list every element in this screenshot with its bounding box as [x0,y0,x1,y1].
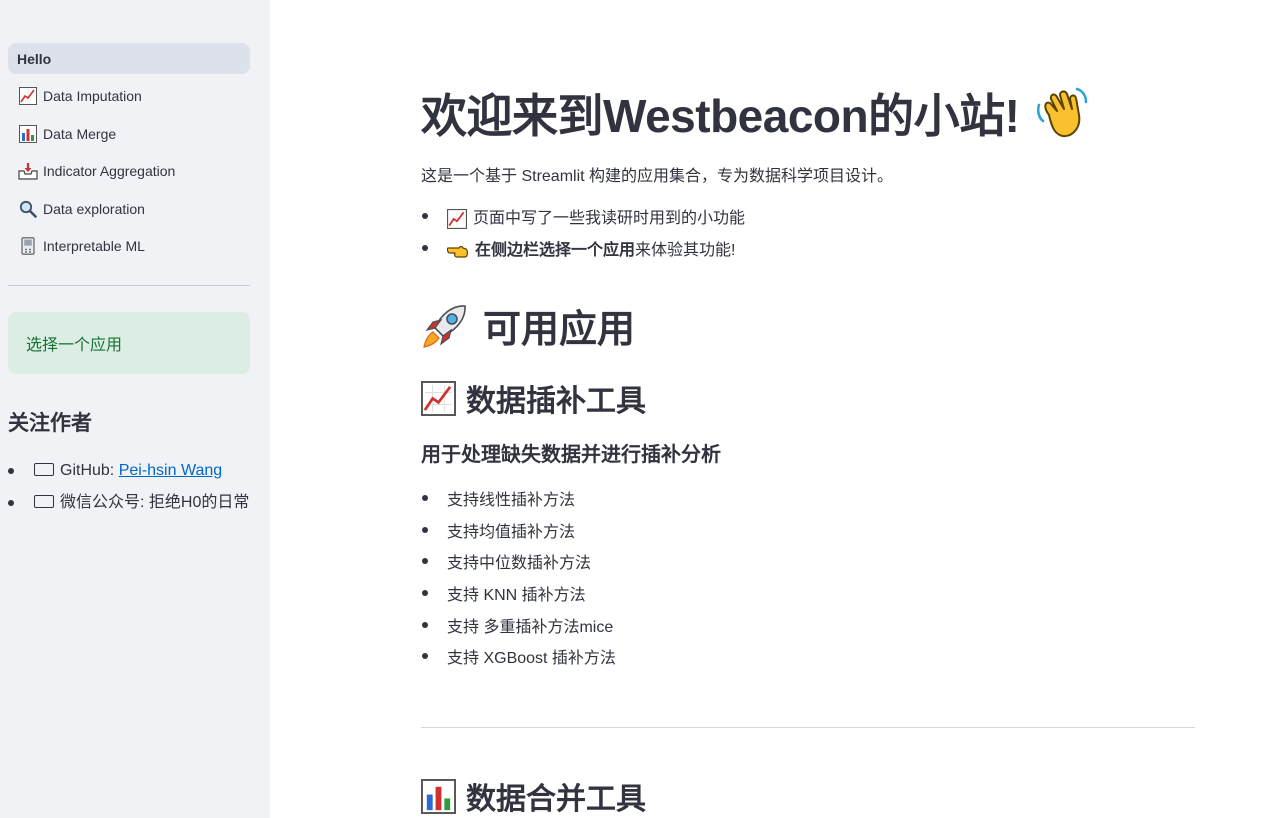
nav-item-label: Indicator Aggregation [43,163,176,179]
chart-increasing-icon [18,86,38,106]
nav-item-label: Interpretable ML [43,238,145,254]
imputation-heading: 数据插补工具 [421,376,646,420]
page-title-text: 欢迎来到Westbeacon的小站! [421,90,1020,142]
bullet-text: 页面中写了一些我读研时用到的小功能 [473,209,746,227]
sidebar-nav: Hello Data Imputation Data Merge Indicat… [8,43,250,268]
imputation-subheading: 用于处理缺失数据并进行插补分析 [421,444,721,466]
imputation-features: 支持线性插补方法 支持均值插补方法 支持中位数插补方法 支持 KNN 插补方法 … [421,485,616,675]
sidebar: Hello Data Imputation Data Merge Indicat… [0,0,270,818]
merge-heading-text: 数据合并工具 [466,783,646,816]
chart-increasing-icon [421,380,456,416]
pointing-left-icon [447,243,469,259]
feature-text: 支持 KNN 插补方法 [447,586,586,604]
intro-text: 这是一个基于 Streamlit 构建的应用集合，专为数据科学项目设计。 [421,168,894,185]
list-item: 支持 XGBoost 插补方法 [421,643,616,675]
feature-text: 支持中位数插补方法 [447,555,592,573]
section-divider [421,727,1195,728]
wechat-text: 微信公众号: 拒绝H0的日常 [60,494,250,511]
nav-item-data-imputation[interactable]: Data Imputation [8,81,250,112]
nav-item-label: Data exploration [43,200,145,217]
pager-icon [18,236,38,256]
sidebar-divider [8,285,250,286]
rocket-icon [421,302,469,350]
bullet-text: 来体验其功能! [635,241,736,259]
feature-text: 支持线性插补方法 [447,491,576,509]
follow-list: GitHub: Pei-hsin Wang 微信公众号: 拒绝H0的日常 [8,457,253,521]
list-item: 支持线性插补方法 [421,485,616,517]
list-item: 支持中位数插补方法 [421,548,616,580]
follow-author-heading: 关注作者 [8,412,92,435]
nav-item-indicator-aggregation[interactable]: Indicator Aggregation [8,156,250,187]
nav-item-interpretable-ml[interactable]: Interpretable ML [8,231,250,262]
merge-heading: 数据合并工具 [421,774,646,818]
github-prefix: GitHub: [60,462,119,479]
list-item: 在侧边栏选择一个应用 来体验其功能! [421,235,745,267]
intro-bullets: 页面中写了一些我读研时用到的小功能 在侧边栏选择一个应用 来体验其功能! [421,203,745,266]
nav-item-data-exploration[interactable]: Data exploration [8,193,250,224]
feature-text: 支持均值插补方法 [447,523,576,541]
list-item: 支持 KNN 插补方法 [421,580,616,612]
list-item: 页面中写了一些我读研时用到的小功能 [421,203,745,235]
list-item: GitHub: Pei-hsin Wang [8,457,253,484]
page-title: 欢迎来到Westbeacon的小站! [421,80,1089,146]
nav-item-label: Hello [17,50,52,67]
envelope-icon [34,495,54,508]
bar-chart-icon [18,124,38,144]
bullet-bold-text: 在侧边栏选择一个应用 [475,241,636,259]
feature-text: 支持 XGBoost 插补方法 [447,650,616,668]
nav-item-label: Data Merge [43,125,117,142]
list-item: 微信公众号: 拒绝H0的日常 [8,489,253,516]
success-alert-text: 选择一个应用 [26,337,123,354]
chart-increasing-icon [447,208,467,229]
inbox-tray-icon [18,161,38,181]
nav-item-label: Data Imputation [43,88,142,104]
bar-chart-icon [421,778,456,814]
success-alert: 选择一个应用 [8,312,250,374]
waving-hand-icon [1033,85,1089,141]
list-item: 支持 多重插补方法mice [421,612,616,644]
envelope-icon [34,463,54,476]
github-link[interactable]: Pei-hsin Wang [119,462,222,479]
imputation-heading-text: 数据插补工具 [466,385,646,418]
magnifier-icon [18,199,38,219]
apps-heading: 可用应用 [421,298,635,353]
feature-text: 支持 多重插补方法mice [447,618,614,636]
apps-heading-text: 可用应用 [483,309,636,351]
nav-item-data-merge[interactable]: Data Merge [8,118,250,149]
list-item: 支持均值插补方法 [421,517,616,549]
nav-item-hello[interactable]: Hello [8,43,250,74]
